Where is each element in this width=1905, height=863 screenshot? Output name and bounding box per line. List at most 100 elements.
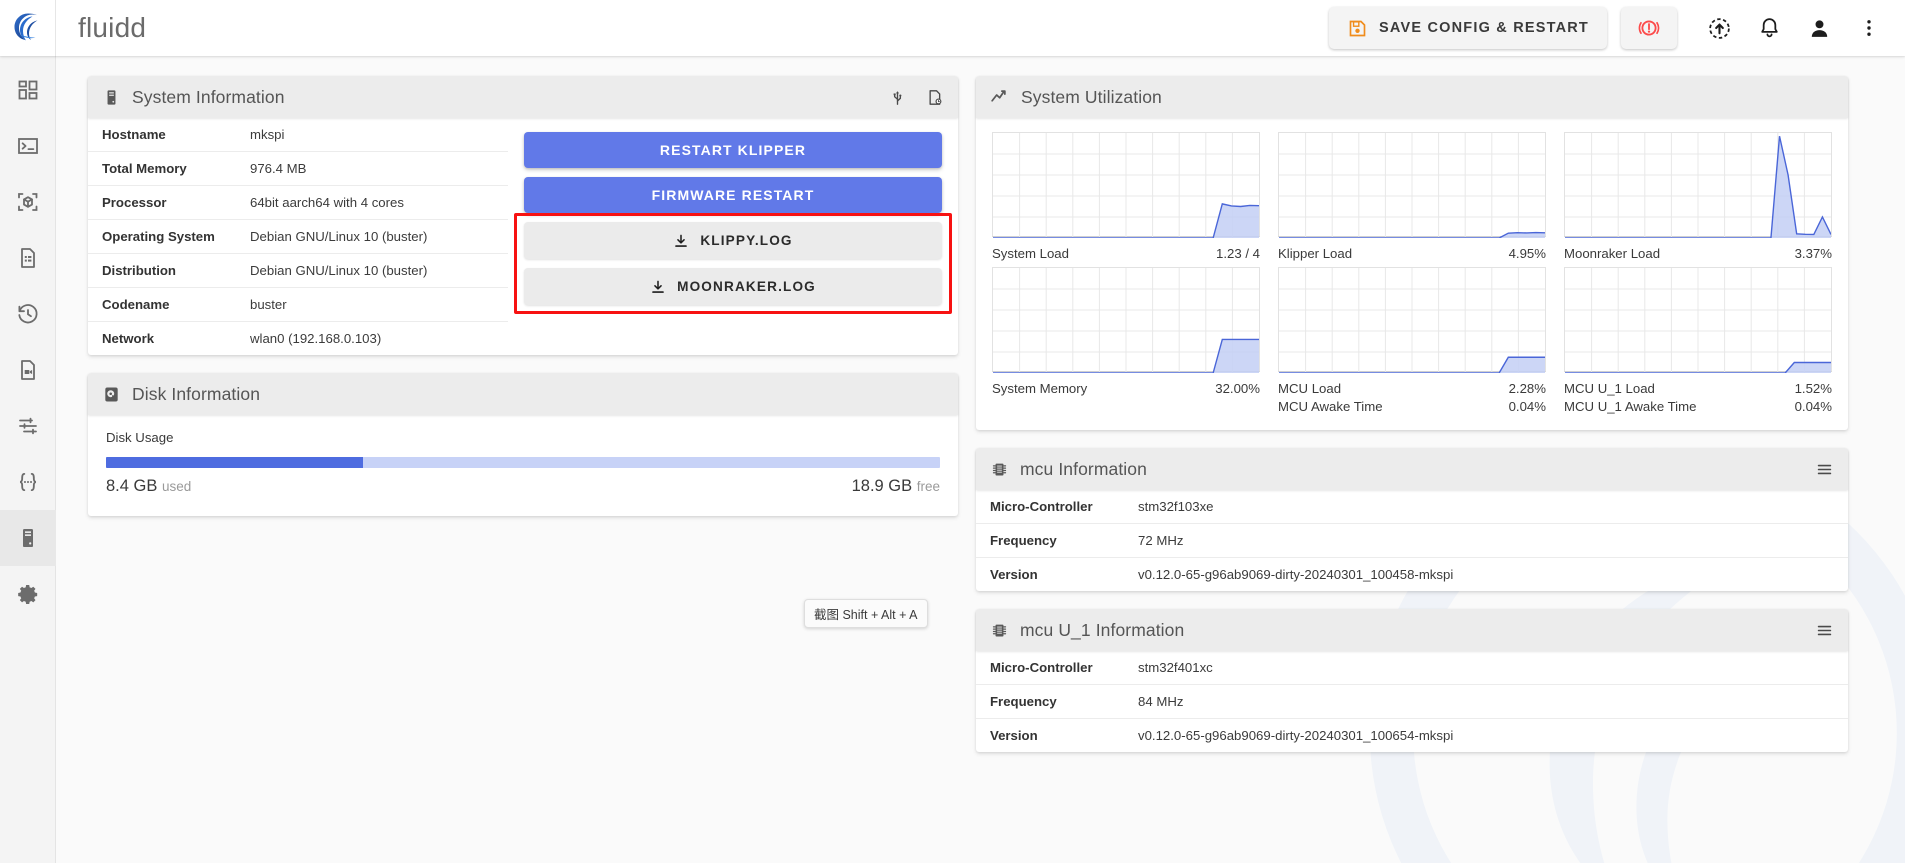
row-key: Frequency: [990, 694, 1057, 709]
sidebar-item-dashboard[interactable]: [0, 62, 56, 118]
main-content: System Information Hostname mkspi Total …: [56, 56, 1905, 863]
gear-icon: [17, 584, 37, 604]
download-icon: [675, 234, 688, 247]
row-value: v0.12.0-65-g96ab9069-dirty-20240301_1004…: [1138, 567, 1454, 582]
row-value: v0.12.0-65-g96ab9069-dirty-20240301_1006…: [1138, 728, 1454, 743]
mcu-information-card: mcu Information Micro-Controller stm32f1…: [976, 448, 1848, 591]
screenshot-shortcut-tooltip: 截图 Shift + Alt + A: [804, 599, 928, 628]
app-brand: fluidd: [78, 12, 147, 43]
system-utilization-body: System Load 1.23 / 4 Klipper Load 4.95%: [976, 118, 1848, 430]
row-value: stm32f401xc: [1138, 660, 1213, 675]
sidebar-item-console[interactable]: [0, 118, 56, 174]
sidebar-item-config[interactable]: [0, 454, 56, 510]
stat-value: 0.04%: [1794, 399, 1832, 414]
disk-information-header: Disk Information: [88, 373, 958, 415]
utilization-row-2: System Memory 32.00% MCU Load 2.28% MCU …: [992, 267, 1832, 414]
sidebar-item-history[interactable]: [0, 286, 56, 342]
disk-used-value: 8.4 GB: [106, 477, 158, 495]
klippy-log-button[interactable]: KLIPPY.LOG: [524, 222, 942, 259]
utilization-cell-moonraker-load: Moonraker Load 3.37%: [1564, 132, 1832, 261]
notifications-button[interactable]: [1747, 6, 1791, 50]
klipper-load-sparkline: [1278, 132, 1546, 238]
row-value: 72 MHz: [1138, 533, 1184, 548]
mcu-u1-information-title: mcu U_1 Information: [1020, 619, 1185, 640]
hamburger-menu-icon[interactable]: [1815, 621, 1834, 640]
disk-information-title: Disk Information: [132, 383, 261, 404]
right-column: System Utilization System Load 1.23 / 4: [976, 76, 1848, 770]
utilization-cell-mcu-load: MCU Load 2.28% MCU Awake Time 0.04%: [1278, 267, 1546, 414]
disk-free: 18.9 GB free: [852, 477, 940, 496]
overflow-menu-button[interactable]: [1847, 6, 1891, 50]
moonraker-log-button[interactable]: MOONRAKER.LOG: [524, 268, 942, 305]
row-key: Hostname: [102, 127, 166, 142]
emergency-stop-button[interactable]: [1621, 7, 1677, 49]
file-copy-icon[interactable]: [925, 88, 944, 107]
system-information-header: System Information: [88, 76, 958, 118]
left-column: System Information Hostname mkspi Total …: [88, 76, 958, 628]
stat-value: 1.52%: [1794, 381, 1832, 396]
sidebar-item-system[interactable]: [0, 510, 56, 566]
stat-label: MCU U_1 Load: [1564, 381, 1655, 396]
mcu-load-stat: MCU Load 2.28%: [1278, 381, 1546, 396]
disk-usage-progress: [106, 457, 940, 468]
hamburger-menu-icon[interactable]: [1815, 460, 1834, 479]
disk-free-value: 18.9 GB: [851, 477, 913, 495]
restart-klipper-button[interactable]: RESTART KLIPPER: [524, 132, 942, 168]
row-value: wlan0 (192.168.0.103): [250, 331, 382, 346]
moonraker-load-sparkline: [1564, 132, 1832, 238]
table-row: Distribution Debian GNU/Linux 10 (buster…: [88, 254, 508, 288]
dashboard-grid-icon: [18, 80, 38, 100]
app-logo[interactable]: [0, 0, 56, 56]
account-button[interactable]: [1797, 6, 1841, 50]
row-key: Frequency: [990, 533, 1057, 548]
usb-icon[interactable]: [888, 88, 907, 107]
cube-scan-icon: [18, 193, 38, 211]
stat-label: Klipper Load: [1278, 246, 1353, 261]
table-row: Frequency 84 MHz: [976, 685, 1848, 719]
server-tower-icon: [107, 89, 116, 105]
save-config-and-restart-button[interactable]: SAVE CONFIG & RESTART: [1329, 7, 1607, 49]
sidebar-item-preferences[interactable]: [0, 566, 56, 622]
save-config-label: SAVE CONFIG & RESTART: [1379, 20, 1589, 36]
sidebar-item-gcode[interactable]: [0, 342, 56, 398]
table-row: Version v0.12.0-65-g96ab9069-dirty-20240…: [976, 719, 1848, 753]
mcu-u1-load-sparkline: [1564, 267, 1832, 373]
sidebar-item-jobs[interactable]: [0, 230, 56, 286]
mcu-awake-time-stat: MCU Awake Time 0.04%: [1278, 399, 1546, 414]
disk-used: 8.4 GB used: [106, 477, 191, 496]
system-memory-stat: System Memory 32.00%: [992, 381, 1260, 396]
stat-value: 3.37%: [1794, 246, 1832, 261]
utilization-cell-system-load: System Load 1.23 / 4: [992, 132, 1260, 261]
system-information-body: Hostname mkspi Total Memory 976.4 MB Pro…: [88, 118, 958, 355]
file-video-icon: [21, 360, 35, 380]
row-value: Debian GNU/Linux 10 (buster): [250, 263, 428, 278]
mcu-u1-information-card: mcu U_1 Information Micro-Controller stm…: [976, 609, 1848, 752]
system-information-actions: RESTART KLIPPER FIRMWARE RESTART KLIPPY.…: [508, 118, 958, 355]
row-value: buster: [250, 297, 287, 312]
moonraker-load-stat: Moonraker Load 3.37%: [1564, 246, 1832, 261]
file-list-icon: [21, 248, 35, 268]
system-load-sparkline: [992, 132, 1260, 238]
klippy-log-label: KLIPPY.LOG: [700, 233, 793, 248]
disk-usage-label: Disk Usage: [106, 430, 174, 445]
update-manager-button[interactable]: [1697, 6, 1741, 50]
table-row: Hostname mkspi: [88, 118, 508, 152]
stat-value: 32.00%: [1215, 381, 1260, 396]
trending-line-icon: [991, 90, 1006, 102]
mcu-u1-awake-time-stat: MCU U_1 Awake Time 0.04%: [1564, 399, 1832, 414]
row-key: Micro-Controller: [990, 499, 1093, 514]
system-information-table: Hostname mkspi Total Memory 976.4 MB Pro…: [88, 118, 508, 355]
sidebar-item-tune[interactable]: [0, 174, 56, 230]
sidebar-item-sliders[interactable]: [0, 398, 56, 454]
mcu-u1-information-header: mcu U_1 Information: [976, 609, 1848, 651]
stat-value: 0.04%: [1508, 399, 1546, 414]
system-load-stat: System Load 1.23 / 4: [992, 246, 1260, 261]
table-row: Version v0.12.0-65-g96ab9069-dirty-20240…: [976, 558, 1848, 592]
row-key: Codename: [102, 297, 170, 312]
stat-value: 4.95%: [1508, 246, 1546, 261]
disk-usage-progress-fill: [106, 457, 363, 468]
top-app-bar: fluidd SAVE CONFIG & RESTART: [0, 0, 1905, 56]
firmware-restart-button[interactable]: FIRMWARE RESTART: [524, 177, 942, 213]
stat-label: Moonraker Load: [1564, 246, 1661, 261]
system-information-title: System Information: [132, 86, 285, 107]
